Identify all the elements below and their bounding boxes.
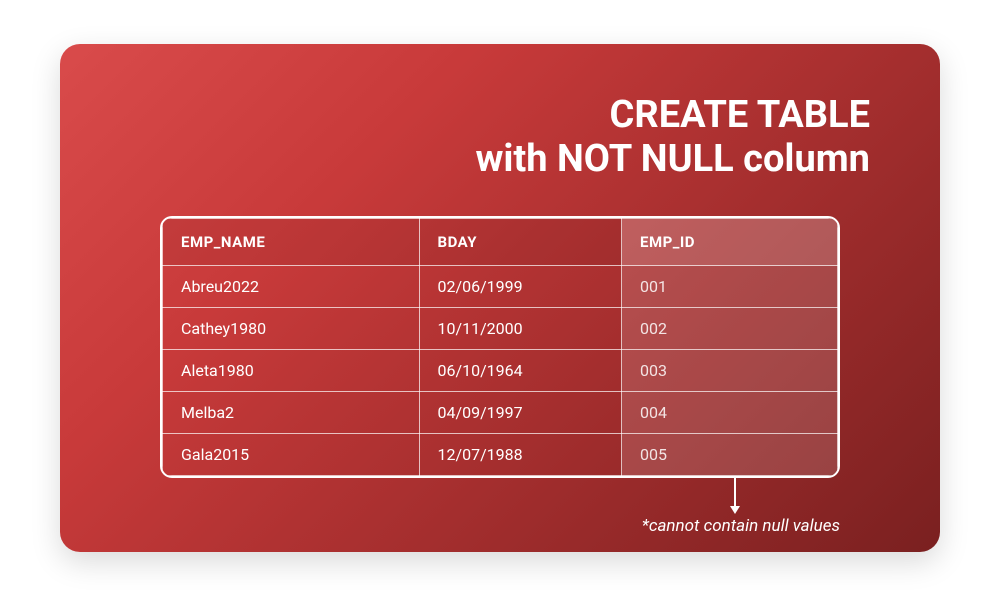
cell-emp-id: 004 xyxy=(622,392,838,434)
cell-emp-name: Aleta1980 xyxy=(163,350,420,392)
table-row: Abreu2022 02/06/1999 001 xyxy=(163,266,838,308)
page-title: CREATE TABLE with NOT NULL column xyxy=(130,94,870,181)
table-row: Cathey1980 10/11/2000 002 xyxy=(163,308,838,350)
table-row: Gala2015 12/07/1988 005 xyxy=(163,434,838,476)
col-header-emp-name: EMP_NAME xyxy=(163,219,420,266)
cell-emp-id: 002 xyxy=(622,308,838,350)
cell-emp-name: Abreu2022 xyxy=(163,266,420,308)
cell-bday: 04/09/1997 xyxy=(419,392,622,434)
data-table: EMP_NAME BDAY EMP_ID Abreu2022 02/06/199… xyxy=(162,218,838,476)
cell-emp-id: 003 xyxy=(622,350,838,392)
cell-bday: 02/06/1999 xyxy=(419,266,622,308)
cell-emp-id: 001 xyxy=(622,266,838,308)
diagram-card: CREATE TABLE with NOT NULL column EMP_NA… xyxy=(60,44,940,552)
cell-emp-name: Cathey1980 xyxy=(163,308,420,350)
cell-emp-id: 005 xyxy=(622,434,838,476)
table-header-row: EMP_NAME BDAY EMP_ID xyxy=(163,219,838,266)
title-line1: CREATE TABLE xyxy=(610,93,871,137)
title-line2: with NOT NULL column xyxy=(475,137,870,181)
cell-bday: 12/07/1988 xyxy=(419,434,622,476)
cell-bday: 06/10/1964 xyxy=(419,350,622,392)
cell-bday: 10/11/2000 xyxy=(419,308,622,350)
not-null-annotation: *cannot contain null values xyxy=(642,516,840,536)
table-row: Melba2 04/09/1997 004 xyxy=(163,392,838,434)
table-row: Aleta1980 06/10/1964 003 xyxy=(163,350,838,392)
table-wrap: EMP_NAME BDAY EMP_ID Abreu2022 02/06/199… xyxy=(160,216,840,478)
col-header-bday: BDAY xyxy=(419,219,622,266)
cell-emp-name: Melba2 xyxy=(163,392,420,434)
arrow-down-icon xyxy=(730,478,740,514)
data-table-container: EMP_NAME BDAY EMP_ID Abreu2022 02/06/199… xyxy=(160,216,840,478)
cell-emp-name: Gala2015 xyxy=(163,434,420,476)
col-header-emp-id: EMP_ID xyxy=(622,219,838,266)
